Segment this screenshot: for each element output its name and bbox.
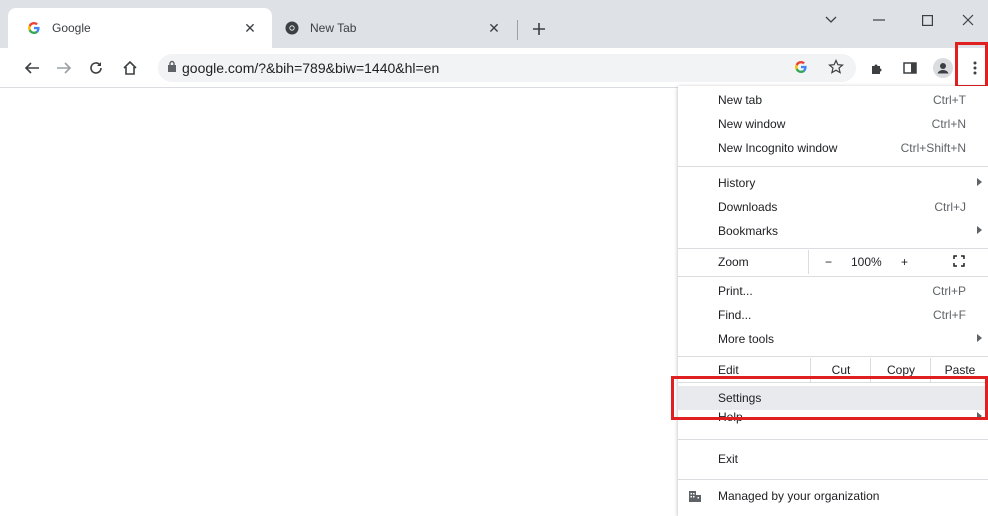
- menu-item-history[interactable]: History: [678, 171, 988, 195]
- menu-divider: [678, 166, 988, 167]
- tab-new-tab[interactable]: New Tab ✕: [266, 8, 516, 48]
- menu-item-label: Edit: [718, 363, 739, 377]
- submenu-arrow-icon: [977, 226, 982, 234]
- bookmark-star-icon[interactable]: [828, 59, 844, 78]
- menu-item-managed[interactable]: Managed by your organization: [678, 484, 988, 508]
- building-icon: [688, 489, 702, 506]
- zoom-in-button[interactable]: +: [901, 255, 908, 269]
- profile-avatar[interactable]: [931, 56, 955, 80]
- google-g-icon: [26, 20, 42, 36]
- tab-google[interactable]: Google ✕: [8, 8, 272, 48]
- menu-item-bookmarks[interactable]: Bookmarks: [678, 219, 988, 243]
- shortcut: Ctrl+F: [933, 308, 966, 322]
- zoom-out-button[interactable]: −: [825, 255, 832, 269]
- chrome-menu: New tab Ctrl+T New window Ctrl+N New Inc…: [678, 86, 988, 516]
- home-button[interactable]: [118, 56, 142, 80]
- shortcut: Ctrl+J: [934, 200, 966, 214]
- menu-divider: [678, 356, 988, 357]
- google-translate-icon[interactable]: [794, 60, 808, 77]
- reload-button[interactable]: [84, 56, 108, 80]
- paste-label: Paste: [944, 363, 976, 377]
- menu-divider: [678, 479, 988, 480]
- menu-item-label: Zoom: [718, 255, 749, 269]
- forward-button[interactable]: [52, 56, 76, 80]
- minimize-button[interactable]: [859, 8, 899, 32]
- menu-item-exit[interactable]: Exit: [678, 447, 988, 471]
- tab-strip: Google ✕ New Tab ✕: [0, 0, 988, 48]
- tab-separator: [517, 20, 518, 40]
- menu-item-label: More tools: [718, 332, 775, 346]
- back-button[interactable]: [20, 56, 44, 80]
- menu-item-downloads[interactable]: Downloads Ctrl+J: [678, 195, 988, 219]
- menu-item-find[interactable]: Find... Ctrl+F: [678, 303, 988, 327]
- menu-item-label: New tab: [718, 93, 763, 107]
- url-text: google.com/?&bih=789&biw=1440&hl=en: [182, 60, 440, 76]
- shortcut: Ctrl+T: [933, 93, 966, 107]
- lock-icon[interactable]: [167, 60, 177, 75]
- close-icon[interactable]: ✕: [242, 20, 258, 36]
- menu-item-label: New window: [718, 117, 786, 131]
- menu-divider: [678, 439, 988, 440]
- zoom-controls: − 100% +: [808, 250, 988, 274]
- menu-item-zoom: Zoom − 100% +: [678, 250, 988, 274]
- menu-item-new-tab[interactable]: New tab Ctrl+T: [678, 88, 988, 112]
- menu-item-print[interactable]: Print... Ctrl+P: [678, 279, 988, 303]
- menu-item-new-incognito[interactable]: New Incognito window Ctrl+Shift+N: [678, 136, 988, 160]
- side-panel-icon[interactable]: [898, 56, 922, 80]
- shortcut: Ctrl+P: [932, 284, 966, 298]
- close-window-button[interactable]: [948, 8, 988, 32]
- extensions-icon[interactable]: [865, 56, 889, 80]
- tab-search-button[interactable]: [811, 8, 851, 32]
- shortcut: Ctrl+N: [931, 117, 966, 131]
- menu-item-label: New Incognito window: [718, 141, 838, 155]
- address-bar[interactable]: google.com/?&bih=789&biw=1440&hl=en: [158, 54, 856, 82]
- menu-item-label: Bookmarks: [718, 224, 779, 238]
- chrome-icon: [284, 20, 300, 36]
- menu-divider: [678, 248, 988, 249]
- menu-item-label: Find...: [718, 308, 752, 322]
- menu-item-label: Exit: [718, 452, 739, 466]
- close-icon[interactable]: ✕: [486, 20, 502, 36]
- submenu-arrow-icon: [977, 178, 982, 186]
- copy-label: Copy: [886, 363, 915, 377]
- menu-item-new-window[interactable]: New window Ctrl+N: [678, 112, 988, 136]
- menu-item-label: Managed by your organization: [718, 489, 880, 503]
- highlight-box-menu: [955, 42, 988, 88]
- highlight-box-settings: [671, 376, 988, 420]
- new-tab-button[interactable]: [528, 18, 550, 40]
- toolbar: google.com/?&bih=789&biw=1440&hl=en: [0, 48, 988, 88]
- fullscreen-icon[interactable]: [953, 255, 965, 270]
- menu-item-label: Print...: [718, 284, 753, 298]
- menu-item-more-tools[interactable]: More tools: [678, 327, 988, 351]
- cut-label: Cut: [831, 363, 851, 377]
- tab-title: Google: [52, 21, 91, 35]
- menu-item-label: Downloads: [718, 200, 778, 214]
- submenu-arrow-icon: [977, 334, 982, 342]
- shortcut: Ctrl+Shift+N: [900, 141, 966, 155]
- zoom-level: 100%: [851, 255, 882, 269]
- maximize-button[interactable]: [907, 8, 947, 32]
- menu-divider: [678, 276, 988, 277]
- tab-title: New Tab: [310, 21, 357, 35]
- menu-item-label: History: [718, 176, 756, 190]
